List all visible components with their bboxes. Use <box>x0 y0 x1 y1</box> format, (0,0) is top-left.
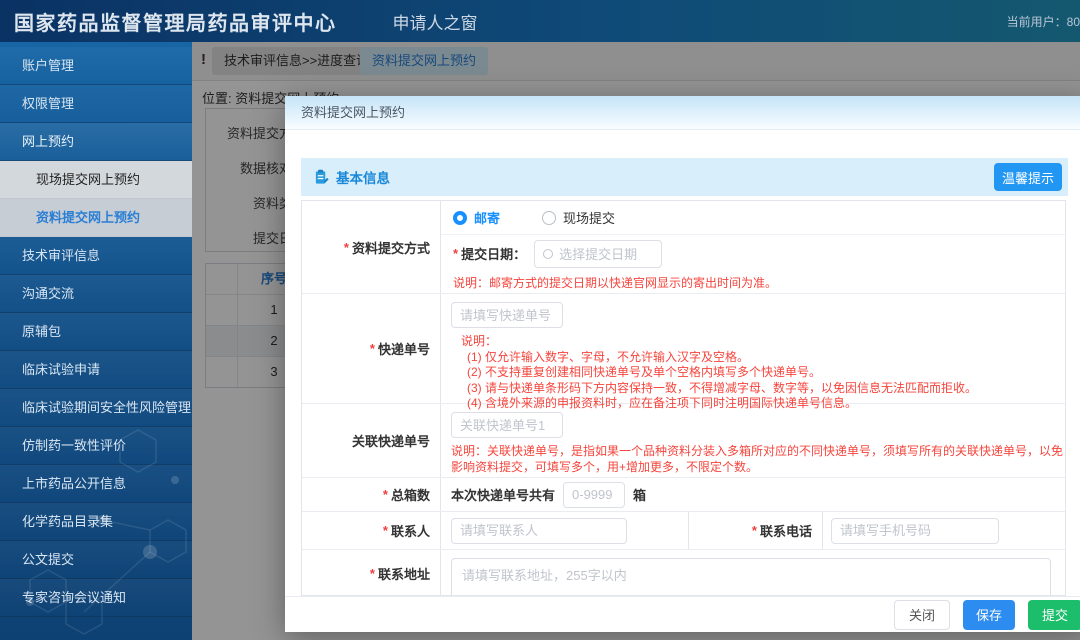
basic-info-title: 基本信息 <box>336 171 390 186</box>
sidebar-item-generic-consistency[interactable]: 仿制药一致性评价 <box>0 427 192 465</box>
dialog-footer: 关闭 保存 提交 <box>285 596 1080 632</box>
total-boxes-prefix: 本次快递单号共有 <box>451 488 556 503</box>
dialog-title: 资料提交网上预约 <box>285 96 1080 130</box>
submit-date-placeholder: 选择提交日期 <box>559 247 638 262</box>
express-note-title: 说明： <box>461 334 498 348</box>
express-number-label: 快递单号 <box>377 342 430 357</box>
sidebar-item-expert-meeting-notice[interactable]: 专家咨询会议通知 <box>0 579 192 617</box>
express-note-2: (2) 不支持重复创建相同快递单号及单个空格内填写多个快递单号。 <box>467 365 822 379</box>
app-subtitle: 申请人之窗 <box>392 13 478 33</box>
form-row-associated-number: 关联快递单号 说明：关联快递单号，是指如果一个品种资料分装入多箱所对应的不同快递… <box>302 404 1065 478</box>
save-button[interactable]: 保存 <box>963 599 1015 630</box>
associated-number-input[interactable] <box>451 412 563 438</box>
express-note-1: (1) 仅允许输入数字、字母，不允许输入汉字及空格。 <box>467 349 750 364</box>
sidebar-item-account[interactable]: 账户管理 <box>0 47 192 85</box>
form-row-express-number: * 快递单号 说明： (1) 仅允许输入数字、字母，不允许输入汉字及空格。 (2… <box>302 294 1065 410</box>
warm-tips-button[interactable]: 温馨提示 <box>994 163 1062 191</box>
form-row-total-boxes: * 总箱数 本次快递单号共有 箱 <box>302 478 1065 512</box>
dialog-body: 基本信息 温馨提示 * 资料提交方式 邮寄 现场提交 * 提交日期： 选择提交日… <box>285 130 1080 596</box>
form-row-address: * 联系地址 <box>302 550 1065 595</box>
submit-method-label: 资料提交方式 <box>351 240 430 256</box>
total-boxes-suffix: 箱 <box>633 488 647 503</box>
required-asterisk: * <box>453 246 459 261</box>
contact-person-label: 联系人 <box>390 524 430 539</box>
sidebar-item-clinical-safety-risk[interactable]: 临床试验期间安全性风险管理 <box>0 389 192 427</box>
required-asterisk: * <box>369 566 375 581</box>
contact-phone-input[interactable] <box>831 517 999 544</box>
sidebar-item-marketed-drug-info[interactable]: 上市药品公开信息 <box>0 465 192 503</box>
material-submit-appointment-dialog: 资料提交网上预约 基本信息 温馨提示 * 资料提交方式 邮寄 现场提交 * 提交… <box>285 96 1080 632</box>
submit-button[interactable]: 提交 <box>1028 599 1080 630</box>
associated-number-label: 关联快递单号 <box>351 434 430 449</box>
required-asterisk: * <box>343 239 349 255</box>
sidebar-item-permission[interactable]: 权限管理 <box>0 85 192 123</box>
associated-number-note: 说明：关联快递单号，是指如果一个品种资料分装入多箱所对应的不同快递单号，须填写所… <box>451 444 1064 474</box>
radio-onsite-unselected[interactable] <box>542 210 557 225</box>
current-user-label: 当前用户：80 <box>1006 14 1080 29</box>
sidebar-item-raw-materials[interactable]: 原辅包 <box>0 313 192 351</box>
app-header: 国家药品监督管理局药品审评中心 申请人之窗 当前用户：80 <box>0 0 1080 42</box>
required-asterisk: * <box>382 487 388 502</box>
express-number-input[interactable] <box>451 302 563 328</box>
radio-mail-selected[interactable] <box>453 210 467 225</box>
sidebar: 账户管理 权限管理 网上预约 现场提交网上预约 资料提交网上预约 技术审评信息 … <box>0 42 192 640</box>
express-note-3: (3) 请与快递单条形码下方内容保持一致，不得增减字母、数字等，以免因信息无法匹… <box>467 380 978 395</box>
total-boxes-label: 总箱数 <box>390 488 430 503</box>
sidebar-item-chemical-catalog[interactable]: 化学药品目录集 <box>0 503 192 541</box>
sidebar-item-clinical-trial-application[interactable]: 临床试验申请 <box>0 351 192 389</box>
total-boxes-input[interactable] <box>563 481 626 508</box>
required-asterisk: * <box>369 341 375 356</box>
clock-icon <box>543 248 554 259</box>
radio-onsite-label[interactable]: 现场提交 <box>563 208 615 227</box>
form-row-contact: * 联系人 * 联系电话 <box>302 512 1065 550</box>
radio-mail-label[interactable]: 邮寄 <box>474 208 500 227</box>
clipboard-edit-icon <box>314 169 329 185</box>
sidebar-item-official-doc-submit[interactable]: 公文提交 <box>0 541 192 579</box>
submit-date-label: 提交日期： <box>461 247 527 262</box>
submit-date-picker[interactable]: 选择提交日期 <box>534 239 663 268</box>
contact-phone-label: 联系电话 <box>759 524 812 539</box>
sidebar-item-communication[interactable]: 沟通交流 <box>0 275 192 313</box>
sidebar-item-technical-review[interactable]: 技术审评信息 <box>0 237 192 275</box>
basic-info-form: * 资料提交方式 邮寄 现场提交 * 提交日期： 选择提交日期 说明：邮寄方式的… <box>301 200 1066 596</box>
form-row-submit-method: * 资料提交方式 邮寄 现场提交 * 提交日期： 选择提交日期 说明：邮寄方式的… <box>302 201 1065 294</box>
required-asterisk: * <box>751 523 757 538</box>
contact-person-input[interactable] <box>451 517 627 544</box>
close-button[interactable]: 关闭 <box>894 599 950 630</box>
basic-info-section-header: 基本信息 温馨提示 <box>301 158 1068 196</box>
sidebar-item-online-appointment[interactable]: 网上预约 <box>0 123 192 161</box>
app-title: 国家药品监督管理局药品审评中心 <box>14 12 337 35</box>
sidebar-item-material-submit-appointment[interactable]: 资料提交网上预约 <box>0 199 192 237</box>
contact-address-textarea[interactable] <box>451 558 1051 595</box>
sidebar-item-onsite-submit-appointment[interactable]: 现场提交网上预约 <box>0 161 192 199</box>
submit-method-note: 说明：邮寄方式的提交日期以快递官网显示的寄出时间为准。 <box>453 276 778 290</box>
contact-address-label: 联系地址 <box>377 567 430 582</box>
required-asterisk: * <box>382 523 388 538</box>
